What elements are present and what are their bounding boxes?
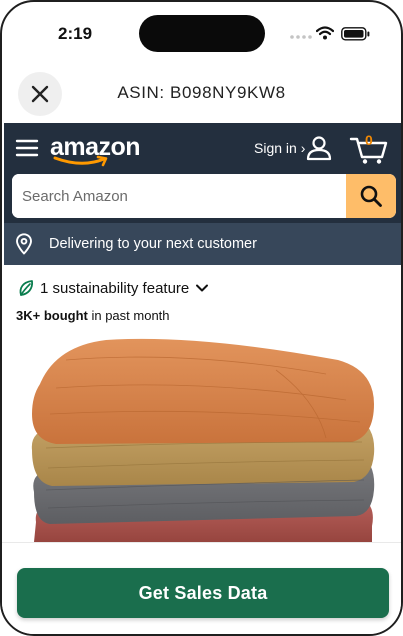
amazon-logo[interactable]: amazon (50, 131, 141, 169)
sign-in-link[interactable]: Sign in › (254, 140, 305, 156)
phone-screen: 2:19 ASIN: B098NY9KW8 amazon Sign in › 0… (0, 0, 403, 636)
delivery-text: Delivering to your next customer (49, 236, 257, 252)
logo-smile-icon (53, 155, 108, 167)
status-time: 2:19 (58, 24, 93, 43)
search-input[interactable] (12, 174, 344, 218)
app-header: ASIN: B098NY9KW8 (2, 66, 401, 123)
menu-icon[interactable] (15, 137, 39, 159)
bought-count-rest: in past month (87, 308, 170, 323)
search-icon (360, 185, 382, 207)
get-sales-data-button[interactable]: Get Sales Data (17, 568, 389, 618)
amazon-nav-bar: amazon Sign in › 0 (4, 123, 401, 223)
status-bar: 2:19 (2, 2, 401, 66)
battery-icon (341, 27, 370, 41)
page-title: ASIN: B098NY9KW8 (117, 83, 286, 102)
bottom-action-bar: Get Sales Data (2, 542, 401, 634)
bought-count: 3K+ bought in past month (16, 308, 170, 323)
wifi-icon (316, 26, 334, 40)
chevron-down-icon (196, 284, 209, 292)
search-bar (12, 174, 396, 218)
cart-button[interactable]: 0 (349, 131, 389, 165)
dynamic-island (139, 15, 265, 52)
location-pin-icon (16, 233, 32, 255)
blanket-stack-image (31, 338, 375, 542)
leaf-icon (19, 280, 34, 296)
delivery-bar[interactable]: Delivering to your next customer (4, 223, 401, 265)
sustainability-feature[interactable]: 1 sustainability feature (18, 278, 209, 298)
user-icon[interactable] (306, 135, 332, 161)
sustainability-label: 1 sustainability feature (40, 279, 190, 297)
bought-count-bold: 3K+ bought (16, 308, 88, 323)
search-button[interactable] (346, 174, 396, 218)
cart-count: 0 (365, 132, 373, 148)
product-image[interactable] (26, 330, 382, 542)
signal-icon (290, 35, 312, 39)
